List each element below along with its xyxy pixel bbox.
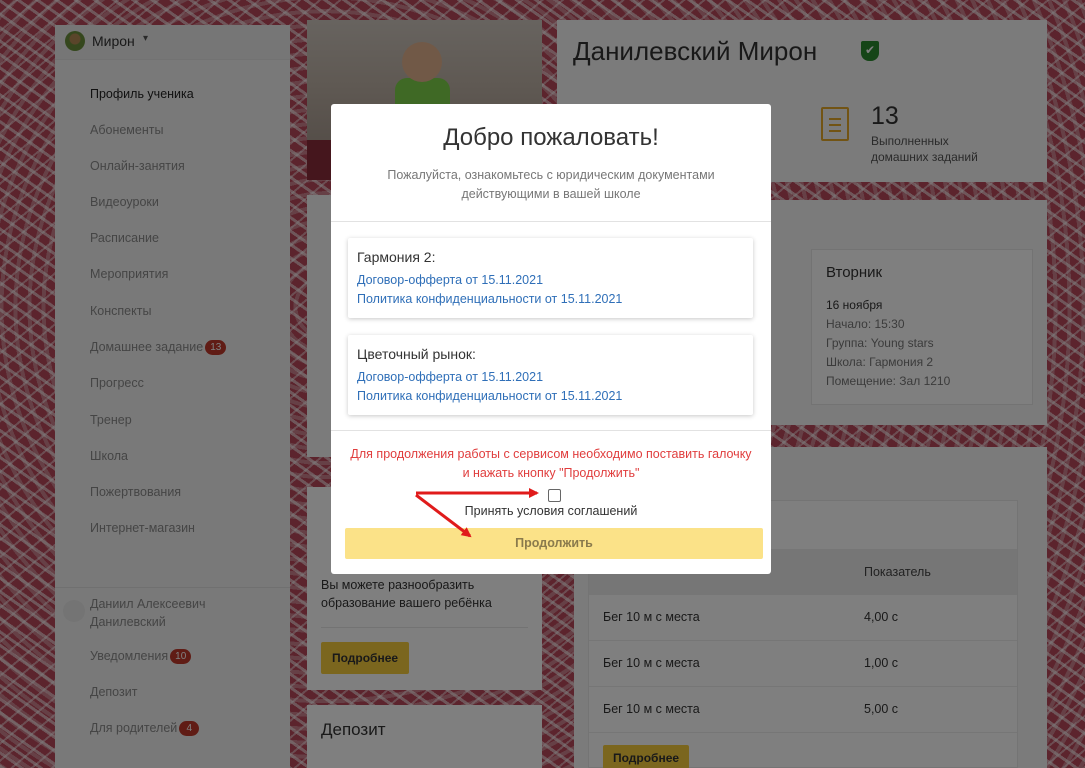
agreement-warning-line1: Для продолжения работы с сервисом необхо… [350, 447, 752, 461]
agreement-warning: Для продолжения работы с сервисом необхо… [341, 445, 761, 483]
privacy-policy-link[interactable]: Политика конфиденциальности от 15.11.202… [357, 292, 622, 306]
modal-divider-bottom [331, 430, 771, 431]
offer-link[interactable]: Договор-офферта от 15.11.2021 [357, 273, 543, 287]
modal-title: Добро пожаловать! [443, 124, 659, 151]
modal-subtitle-line1: Пожалуйста, ознакомьтесь с юридическим д… [387, 168, 715, 182]
school-name: Гармония 2: [357, 249, 436, 265]
school-documents-card: Гармония 2: Договор-офферта от 15.11.202… [348, 238, 753, 318]
modal-divider-top [331, 221, 771, 222]
modal-subtitle: Пожалуйста, ознакомьтесь с юридическим д… [371, 166, 731, 204]
school-name: Цветочный рынок: [357, 346, 476, 362]
accept-terms-label[interactable]: Принять условия соглашений [331, 504, 771, 518]
school-documents-card: Цветочный рынок: Договор-офферта от 15.1… [348, 335, 753, 415]
offer-link[interactable]: Договор-офферта от 15.11.2021 [357, 370, 543, 384]
privacy-policy-link[interactable]: Политика конфиденциальности от 15.11.202… [357, 389, 622, 403]
modal-subtitle-line2: действующими в вашей школе [461, 187, 641, 201]
accept-terms-checkbox[interactable] [548, 489, 561, 502]
welcome-modal: Добро пожаловать! Пожалуйста, ознакомьте… [331, 104, 771, 574]
agreement-warning-line2: и нажать кнопку "Продолжить" [462, 466, 640, 480]
continue-button[interactable]: Продолжить [345, 528, 763, 559]
